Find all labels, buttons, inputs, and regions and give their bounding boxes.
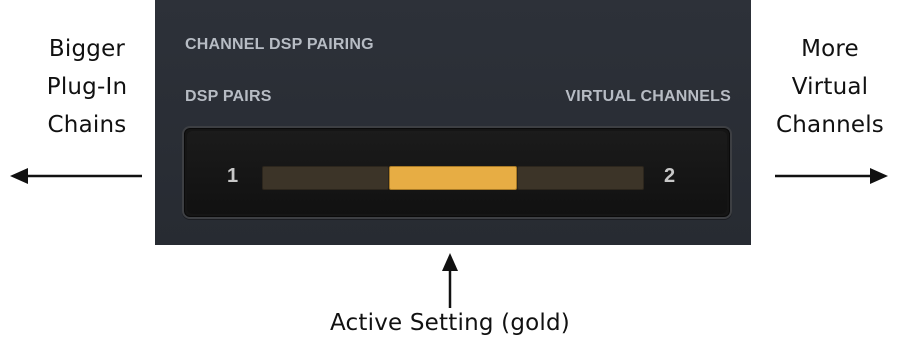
- pairing-track[interactable]: [262, 166, 644, 190]
- dsp-pairs-label: DSP PAIRS: [185, 88, 272, 105]
- virtual-channels-label: VIRTUAL CHANNELS: [565, 88, 731, 105]
- dsp-pairs-value: 1: [227, 165, 239, 187]
- pairing-segment-2-active[interactable]: [389, 166, 517, 190]
- selector-inner: 1 2: [187, 131, 727, 214]
- virtual-channels-value: 2: [664, 165, 676, 187]
- pairing-segment-3[interactable]: [517, 166, 644, 190]
- dsp-pairing-selector[interactable]: 1 2: [182, 126, 732, 219]
- arrow-right-icon: [775, 168, 888, 184]
- arrow-left-icon: [10, 168, 142, 184]
- arrow-up-icon: [442, 253, 458, 308]
- pairing-segment-1[interactable]: [262, 166, 389, 190]
- panel-title: CHANNEL DSP PAIRING: [185, 36, 374, 53]
- channel-dsp-pairing-panel: CHANNEL DSP PAIRING DSP PAIRS VIRTUAL CH…: [155, 0, 751, 245]
